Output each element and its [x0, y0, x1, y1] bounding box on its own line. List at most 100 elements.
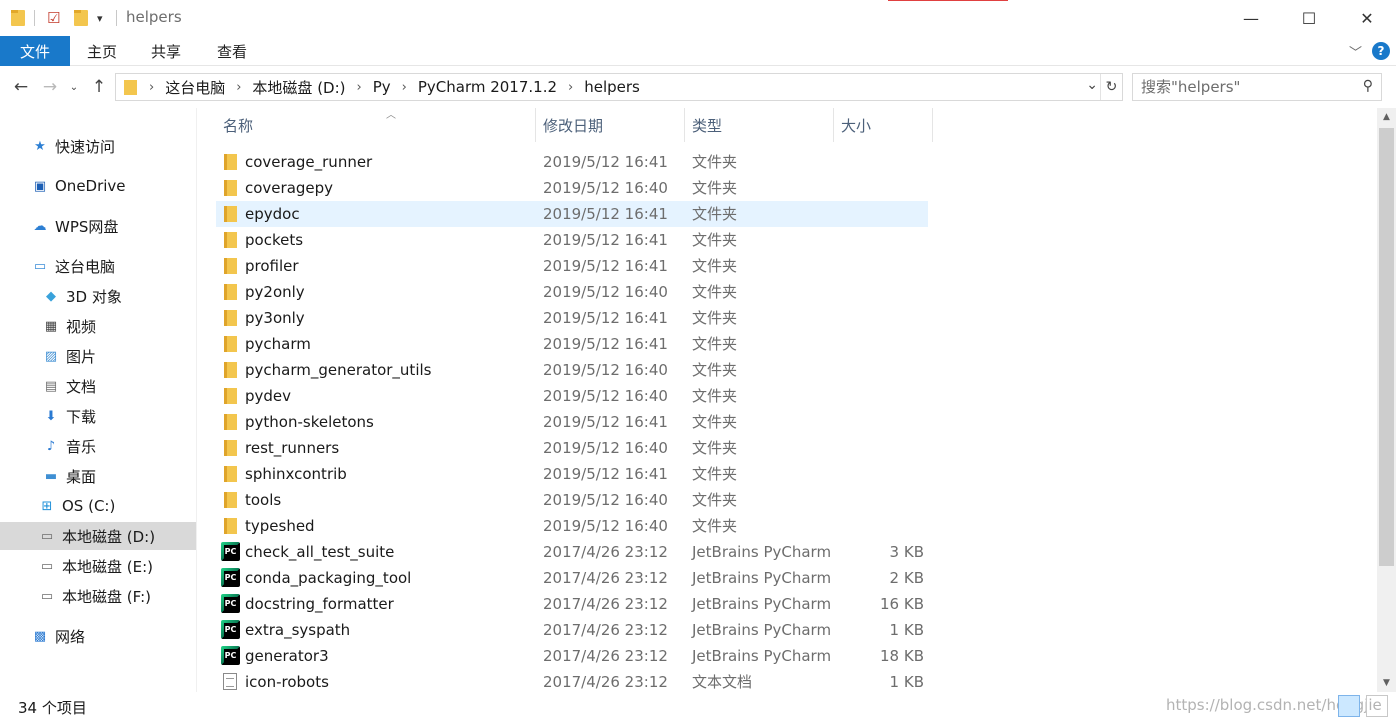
tab-view[interactable]: 查看	[198, 36, 266, 66]
up-button[interactable]: ↑	[88, 76, 110, 98]
file-name: conda_packaging_tool	[245, 569, 412, 587]
sidebar-item[interactable]: ◆ 3D 对象	[0, 282, 196, 310]
minimize-button[interactable]: —	[1222, 0, 1280, 36]
chevron-right-icon[interactable]: ›	[357, 80, 362, 95]
tab-home[interactable]: 主页	[70, 36, 134, 66]
breadcrumb-helpers[interactable]: helpers	[584, 78, 640, 96]
breadcrumb-pycharm[interactable]: PyCharm 2017.1.2	[418, 78, 557, 96]
file-row[interactable]: coveragepy 2019/5/12 16:40 文件夹	[216, 175, 928, 201]
sidebar-item[interactable]: ▤ 文档	[0, 372, 196, 400]
file-date: 2017/4/26 23:12	[543, 647, 668, 665]
help-icon[interactable]: ?	[1372, 42, 1390, 60]
file-date: 2019/5/12 16:40	[543, 283, 668, 301]
sort-ascending-icon: ︿	[386, 110, 396, 121]
column-header-size[interactable]: 大小	[834, 108, 933, 142]
sidebar-item[interactable]: ▭ 本地磁盘 (E:)	[0, 552, 196, 580]
maximize-button[interactable]: ☐	[1280, 0, 1338, 36]
vertical-scrollbar[interactable]: ▲ ▼	[1377, 108, 1396, 692]
sidebar-item-label: 图片	[66, 347, 97, 366]
computer-icon: ▭	[33, 258, 47, 274]
network-icon: ▩	[33, 628, 47, 644]
sidebar-item[interactable]: ▭ 本地磁盘 (F:)	[0, 582, 196, 610]
file-row[interactable]: epydoc 2019/5/12 16:41 文件夹	[216, 201, 928, 227]
file-type: 文件夹	[692, 153, 738, 171]
breadcrumb-this-pc[interactable]: 这台电脑	[165, 77, 225, 98]
tab-file[interactable]: 文件	[0, 36, 70, 66]
close-button[interactable]: ✕	[1338, 0, 1396, 36]
file-type: JetBrains PyCharm	[692, 595, 832, 613]
file-row[interactable]: py3only 2019/5/12 16:41 文件夹	[216, 305, 928, 331]
file-type: 文件夹	[692, 335, 738, 353]
search-box[interactable]: ⚲	[1132, 73, 1382, 101]
file-row[interactable]: extra_syspath 2017/4/26 23:12 JetBrains Py…	[216, 617, 928, 643]
chevron-right-icon[interactable]: ›	[236, 80, 241, 95]
file-row[interactable]: pockets 2019/5/12 16:41 文件夹	[216, 227, 928, 253]
folder-icon	[224, 310, 237, 326]
file-row[interactable]: docstring_formatter 2017/4/26 23:12 JetBra…	[216, 591, 928, 617]
sidebar-item[interactable]: ▣ OneDrive	[0, 172, 196, 200]
back-button[interactable]: ←	[10, 76, 32, 98]
column-header-name[interactable]: 名称 ︿	[216, 108, 536, 142]
scroll-down-icon[interactable]: ▼	[1377, 674, 1396, 692]
file-row[interactable]: generator3 2017/4/26 23:12 JetBrains PyCha…	[216, 643, 928, 669]
recent-locations-icon[interactable]: ⌄	[63, 76, 85, 98]
refresh-icon[interactable]: ↻	[1100, 74, 1122, 100]
file-row[interactable]: rest_runners 2019/5/12 16:40 文件夹	[216, 435, 928, 461]
sidebar-item[interactable]: ⬇ 下载	[0, 402, 196, 430]
file-row[interactable]: pycharm 2019/5/12 16:41 文件夹	[216, 331, 928, 357]
address-dropdown-icon[interactable]: ⌄	[1086, 77, 1098, 93]
sidebar-item[interactable]: ▩ 网络	[0, 622, 196, 650]
file-row[interactable]: profiler 2019/5/12 16:41 文件夹	[216, 253, 928, 279]
large-icons-view-icon[interactable]	[1366, 695, 1388, 717]
sidebar-item[interactable]: ★ 快速访问	[0, 132, 196, 160]
file-row[interactable]: coverage_runner 2019/5/12 16:41 文件夹	[216, 149, 928, 175]
scrollbar-thumb[interactable]	[1379, 128, 1394, 566]
sidebar-item[interactable]: ▭ 本地磁盘 (D:)	[0, 522, 196, 550]
file-row[interactable]: check_all_test_suite 2017/4/26 23:12 JetBr…	[216, 539, 928, 565]
sidebar-item[interactable]: ♪ 音乐	[0, 432, 196, 460]
folder-icon	[224, 180, 237, 196]
search-input[interactable]	[1141, 77, 1351, 97]
sidebar-item[interactable]: ⊞ OS (C:)	[0, 492, 196, 520]
chevron-right-icon[interactable]: ›	[568, 80, 573, 95]
sidebar-item[interactable]: ▨ 图片	[0, 342, 196, 370]
file-type: 文件夹	[692, 257, 738, 275]
properties-icon[interactable]: ☑	[47, 9, 60, 27]
forward-button[interactable]: →	[39, 76, 61, 98]
sidebar-item-label: 这台电脑	[55, 257, 116, 276]
breadcrumb-py[interactable]: Py	[373, 78, 391, 96]
folder-icon	[224, 518, 237, 534]
chevron-right-icon[interactable]: ›	[402, 80, 407, 95]
tab-share[interactable]: 共享	[134, 36, 198, 66]
address-bar[interactable]: › 这台电脑 › 本地磁盘 (D:) › Py › PyCharm 2017.1…	[115, 73, 1123, 101]
scroll-up-icon[interactable]: ▲	[1377, 108, 1396, 126]
video-icon: ▦	[44, 318, 58, 334]
sidebar-item[interactable]: ☁ WPS网盘	[0, 212, 196, 240]
sidebar-item[interactable]: ▭ 这台电脑	[0, 252, 196, 280]
file-row[interactable]: typeshed 2019/5/12 16:40 文件夹	[216, 513, 928, 539]
search-icon[interactable]: ⚲	[1363, 78, 1373, 94]
file-row[interactable]: pydev 2019/5/12 16:40 文件夹	[216, 383, 928, 409]
new-folder-icon[interactable]	[74, 9, 88, 27]
sidebar-item-label: WPS网盘	[55, 217, 119, 236]
file-row[interactable]: python-skeletons 2019/5/12 16:41 文件夹	[216, 409, 928, 435]
file-row[interactable]: sphinxcontrib 2019/5/12 16:41 文件夹	[216, 461, 928, 487]
file-row[interactable]: conda_packaging_tool 2017/4/26 23:12 JetBr…	[216, 565, 928, 591]
column-header-type[interactable]: 类型	[685, 108, 834, 142]
breadcrumb-drive-d[interactable]: 本地磁盘 (D:)	[252, 77, 345, 98]
file-row[interactable]: py2only 2019/5/12 16:40 文件夹	[216, 279, 928, 305]
expand-ribbon-icon[interactable]: ﹀	[1349, 42, 1362, 61]
customize-toolbar-icon[interactable]: ▾	[97, 9, 103, 27]
column-header-date[interactable]: 修改日期	[536, 108, 685, 142]
file-row[interactable]: pycharm_generator_utils 2019/5/12 16:40 文件…	[216, 357, 928, 383]
file-row[interactable]: icon-robots 2017/4/26 23:12 文本文档 1 KB	[216, 669, 928, 692]
file-date: 2017/4/26 23:12	[543, 543, 668, 561]
chevron-right-icon[interactable]: ›	[149, 80, 154, 95]
file-row[interactable]: tools 2019/5/12 16:40 文件夹	[216, 487, 928, 513]
details-view-icon[interactable]	[1338, 695, 1360, 717]
file-name: docstring_formatter	[245, 595, 394, 613]
sidebar-item[interactable]: ▦ 视频	[0, 312, 196, 340]
sidebar-item[interactable]: ▬ 桌面	[0, 462, 196, 490]
folder-icon	[224, 466, 237, 482]
file-type: 文件夹	[692, 465, 738, 483]
